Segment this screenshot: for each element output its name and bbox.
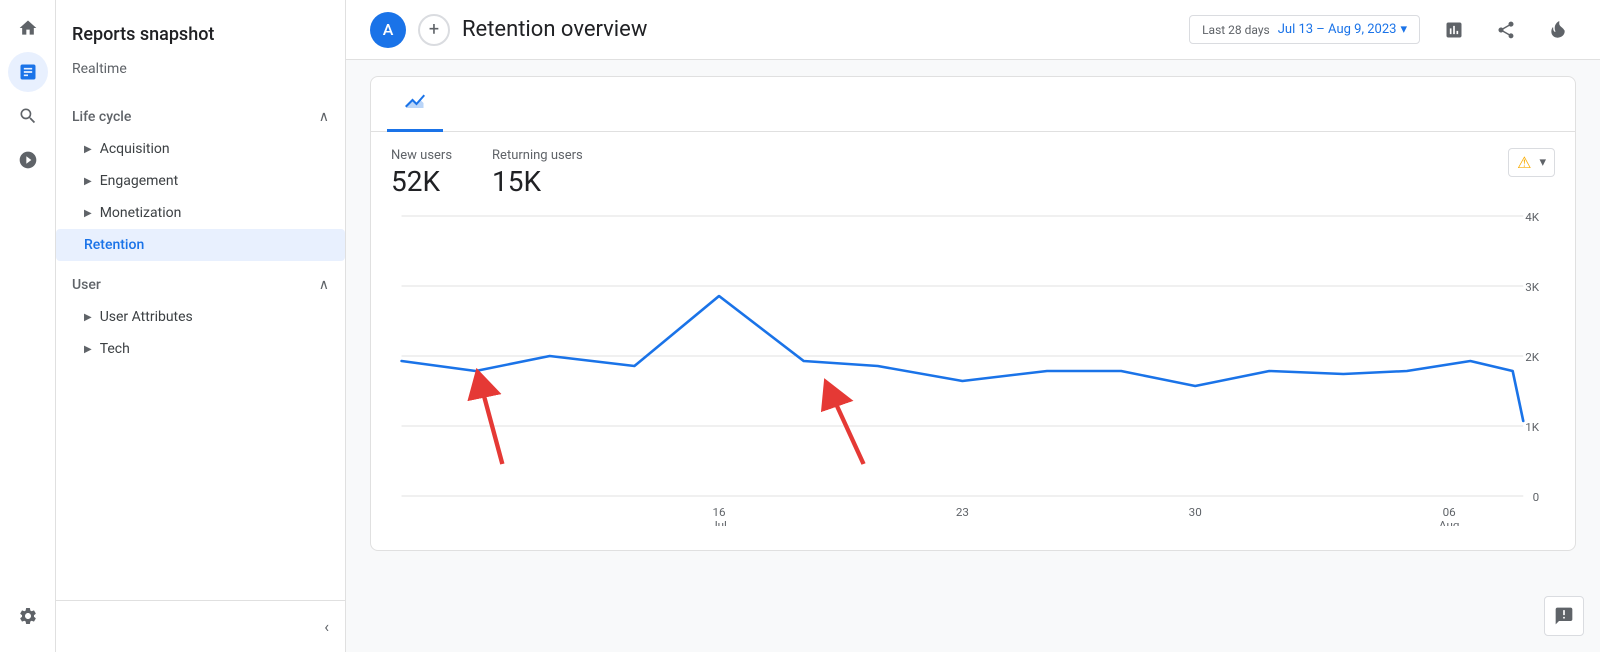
svg-text:0: 0 xyxy=(1533,490,1540,504)
retention-chart-svg: 4K 3K 2K 1K 0 xyxy=(391,206,1555,526)
user-section-header[interactable]: User ∧ xyxy=(56,269,345,301)
svg-text:30: 30 xyxy=(1189,505,1202,519)
new-users-metric: New users 52K xyxy=(391,148,452,198)
sidebar-title: Reports snapshot xyxy=(72,16,329,53)
user-section-label: User xyxy=(72,277,101,293)
svg-text:1K: 1K xyxy=(1525,420,1540,434)
svg-text:Aug: Aug xyxy=(1439,518,1459,526)
date-prefix-label: Last 28 days xyxy=(1202,23,1270,37)
sidebar-realtime[interactable]: Realtime xyxy=(72,53,329,85)
monetization-chevron: ▶ xyxy=(84,208,92,219)
warning-dropdown-icon: ▾ xyxy=(1539,155,1546,170)
lifecycle-label: Life cycle xyxy=(72,109,131,125)
lifecycle-section-header[interactable]: Life cycle ∧ xyxy=(56,101,345,133)
tech-label: Tech xyxy=(100,341,130,357)
chart-tabs xyxy=(371,77,1575,132)
date-range-label: Jul 13 – Aug 9, 2023 xyxy=(1278,22,1397,37)
share-button[interactable] xyxy=(1488,12,1524,48)
svg-text:2K: 2K xyxy=(1525,350,1540,364)
svg-text:3K: 3K xyxy=(1525,280,1540,294)
engagement-label: Engagement xyxy=(100,173,178,189)
warning-triangle-icon: ⚠ xyxy=(1517,153,1531,172)
add-comparison-button[interactable]: + xyxy=(418,14,450,46)
page-title: Retention overview xyxy=(462,17,1177,42)
chart-line xyxy=(402,296,1524,421)
returning-users-metric: Returning users 15K xyxy=(492,148,583,198)
engagement-chevron: ▶ xyxy=(84,176,92,187)
feedback-button[interactable] xyxy=(1544,596,1584,636)
sidebar-item-engagement[interactable]: ▶ Engagement xyxy=(56,165,345,197)
sidebar-item-acquisition[interactable]: ▶ Acquisition xyxy=(56,133,345,165)
sidebar-item-user-attributes[interactable]: ▶ User Attributes xyxy=(56,301,345,333)
sidebar-collapse-button[interactable]: ‹ xyxy=(324,617,329,636)
analytics-nav-icon[interactable] xyxy=(8,52,48,92)
svg-text:Jul: Jul xyxy=(711,518,727,526)
home-nav-icon[interactable] xyxy=(8,8,48,48)
sidebar-item-monetization[interactable]: ▶ Monetization xyxy=(56,197,345,229)
content-area: New users 52K Returning users 15K ⚠ ▾ xyxy=(346,60,1600,652)
user-collapse-icon: ∧ xyxy=(319,277,329,293)
topbar-right: Last 28 days Jul 13 – Aug 9, 2023 ▾ xyxy=(1189,12,1576,48)
retention-chart-card: New users 52K Returning users 15K ⚠ ▾ xyxy=(370,76,1576,551)
svg-text:06: 06 xyxy=(1443,505,1456,519)
acquisition-label: Acquisition xyxy=(100,141,170,157)
tech-chevron: ▶ xyxy=(84,344,92,355)
monetization-label: Monetization xyxy=(100,205,182,221)
user-attributes-chevron: ▶ xyxy=(84,312,92,323)
sidebar-item-retention[interactable]: Retention xyxy=(56,229,345,261)
settings-nav-icon[interactable] xyxy=(8,596,48,636)
explore-button[interactable] xyxy=(1540,12,1576,48)
retention-label: Retention xyxy=(84,237,144,253)
lifecycle-collapse-icon: ∧ xyxy=(319,109,329,125)
chart-metrics: New users 52K Returning users 15K xyxy=(391,148,1508,198)
warning-button[interactable]: ⚠ ▾ xyxy=(1508,148,1555,177)
returning-users-value: 15K xyxy=(492,165,583,198)
svg-text:4K: 4K xyxy=(1525,210,1540,224)
new-users-label: New users xyxy=(391,148,452,163)
targeting-nav-icon[interactable] xyxy=(8,140,48,180)
main-content: A + Retention overview Last 28 days Jul … xyxy=(346,0,1600,652)
date-dropdown-icon: ▾ xyxy=(1400,22,1407,37)
topbar: A + Retention overview Last 28 days Jul … xyxy=(346,0,1600,60)
date-range-button[interactable]: Last 28 days Jul 13 – Aug 9, 2023 ▾ xyxy=(1189,15,1420,44)
chart-area: 4K 3K 2K 1K 0 xyxy=(371,206,1575,550)
acquisition-chevron: ▶ xyxy=(84,144,92,155)
user-section: User ∧ ▶ User Attributes ▶ Tech xyxy=(56,269,345,365)
icon-rail xyxy=(0,0,56,652)
chart-type-button[interactable] xyxy=(1436,12,1472,48)
new-users-value: 52K xyxy=(391,165,452,198)
chart-tab-line[interactable] xyxy=(387,77,443,132)
sidebar-item-tech[interactable]: ▶ Tech xyxy=(56,333,345,365)
svg-text:16: 16 xyxy=(712,505,725,519)
svg-text:23: 23 xyxy=(956,505,969,519)
avatar[interactable]: A xyxy=(370,12,406,48)
search-nav-icon[interactable] xyxy=(8,96,48,136)
returning-users-label: Returning users xyxy=(492,148,583,163)
sidebar-header: Reports snapshot Realtime xyxy=(56,0,345,93)
sidebar: Reports snapshot Realtime Life cycle ∧ ▶… xyxy=(56,0,346,652)
lifecycle-section: Life cycle ∧ ▶ Acquisition ▶ Engagement … xyxy=(56,101,345,261)
sidebar-footer: ‹ xyxy=(56,600,345,652)
user-attributes-label: User Attributes xyxy=(100,309,193,325)
chart-header: New users 52K Returning users 15K ⚠ ▾ xyxy=(371,132,1575,206)
